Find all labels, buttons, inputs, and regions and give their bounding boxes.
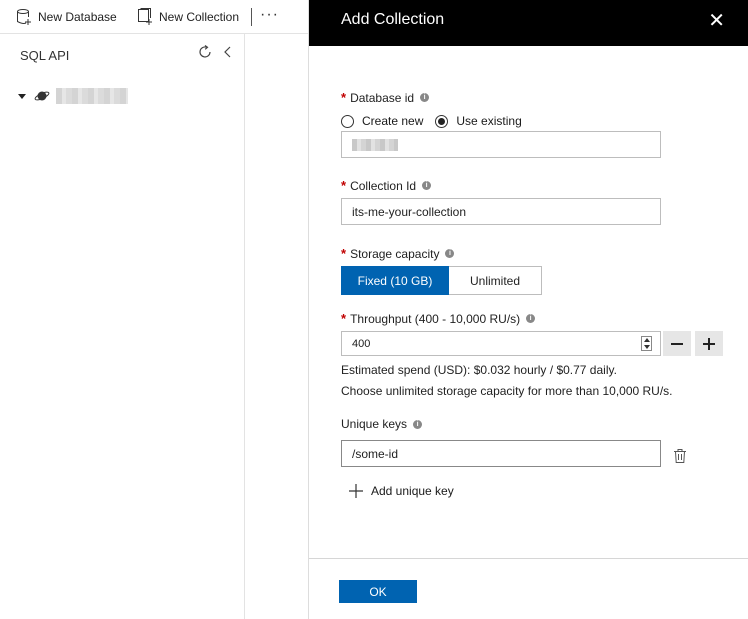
trash-icon[interactable] <box>673 448 687 467</box>
panel-header: Add Collection ✕ <box>309 0 748 46</box>
new-database-label: New Database <box>38 10 117 24</box>
api-title: SQL API <box>20 48 70 63</box>
collection-id-label: Collection Id <box>350 178 417 193</box>
throughput-increment-button[interactable] <box>695 331 723 356</box>
more-options-button[interactable]: ··· <box>260 6 279 24</box>
throughput-label-row: * Throughput (400 - 10,000 RU/s) i <box>341 311 536 326</box>
spin-arrows-icon[interactable] <box>641 336 652 351</box>
fixed-capacity-button[interactable]: Fixed (10 GB) <box>341 266 449 295</box>
ok-button[interactable]: OK <box>339 580 417 603</box>
plus-icon <box>703 337 715 350</box>
database-id-label: Database id <box>350 90 415 105</box>
refresh-icon[interactable] <box>197 44 213 63</box>
info-icon[interactable]: i <box>420 93 430 102</box>
database-value-redacted <box>352 138 398 151</box>
tree-item-database[interactable] <box>18 88 128 104</box>
app-root: New Database New Collection ··· SQL API <box>0 0 748 619</box>
new-collection-button[interactable]: New Collection <box>137 6 239 28</box>
database-add-icon <box>17 9 31 25</box>
add-collection-panel: Add Collection ✕ * Database id i Create … <box>308 0 748 619</box>
use-existing-radio[interactable] <box>435 114 449 128</box>
collection-id-label-row: * Collection Id i <box>341 178 432 193</box>
footer-divider <box>309 558 748 559</box>
throughput-hint-text: Choose unlimited storage capacity for mo… <box>341 384 673 398</box>
database-select-input[interactable] <box>341 131 661 158</box>
throughput-decrement-button[interactable] <box>663 331 691 356</box>
throughput-label: Throughput (400 - 10,000 RU/s) <box>350 311 521 326</box>
database-id-label-row: * Database id i <box>341 90 430 105</box>
unlimited-capacity-button[interactable]: Unlimited <box>449 266 542 295</box>
required-marker: * <box>341 246 347 261</box>
info-icon[interactable]: i <box>413 419 423 429</box>
collapse-chevron-icon[interactable] <box>222 44 234 63</box>
minus-icon <box>671 342 683 345</box>
estimated-spend-text: Estimated spend (USD): $0.032 hourly / $… <box>341 363 617 377</box>
new-database-button[interactable]: New Database <box>16 6 117 28</box>
info-icon[interactable]: i <box>526 314 536 323</box>
create-new-label: Create new <box>362 114 424 128</box>
toolbar-separator <box>251 8 252 26</box>
unique-key-input[interactable]: /some-id <box>341 440 661 467</box>
collection-add-icon <box>138 8 152 25</box>
add-unique-key-button[interactable]: Add unique key <box>349 484 454 498</box>
info-icon[interactable]: i <box>422 181 432 190</box>
collection-id-input[interactable]: its-me-your-collection <box>341 198 661 225</box>
toolbar: New Database New Collection ··· <box>0 0 310 34</box>
database-id-options: Create new Use existing <box>341 114 530 128</box>
add-unique-key-label: Add unique key <box>371 484 454 498</box>
caret-down-icon <box>18 93 26 99</box>
create-new-radio[interactable] <box>341 114 354 128</box>
explorer-pane: New Database New Collection ··· SQL API <box>0 0 310 619</box>
throughput-input[interactable]: 400 <box>341 331 661 356</box>
unique-keys-label: Unique keys <box>341 417 408 431</box>
throughput-value: 400 <box>352 337 371 350</box>
required-marker: * <box>341 311 347 326</box>
close-icon[interactable]: ✕ <box>708 8 725 33</box>
required-marker: * <box>341 90 347 105</box>
required-marker: * <box>341 178 347 193</box>
panel-title: Add Collection <box>341 11 445 28</box>
planet-icon <box>34 91 50 101</box>
info-icon[interactable]: i <box>445 249 455 258</box>
pane-divider <box>244 34 245 619</box>
database-name-redacted <box>56 88 128 104</box>
unique-keys-label-row: Unique keys i <box>341 417 423 431</box>
plus-icon <box>349 484 363 498</box>
use-existing-label: Use existing <box>456 114 522 128</box>
storage-capacity-toggle: Fixed (10 GB) Unlimited <box>341 266 542 295</box>
new-collection-label: New Collection <box>159 10 240 24</box>
storage-capacity-label: Storage capacity <box>350 246 440 261</box>
storage-capacity-label-row: * Storage capacity i <box>341 246 455 261</box>
